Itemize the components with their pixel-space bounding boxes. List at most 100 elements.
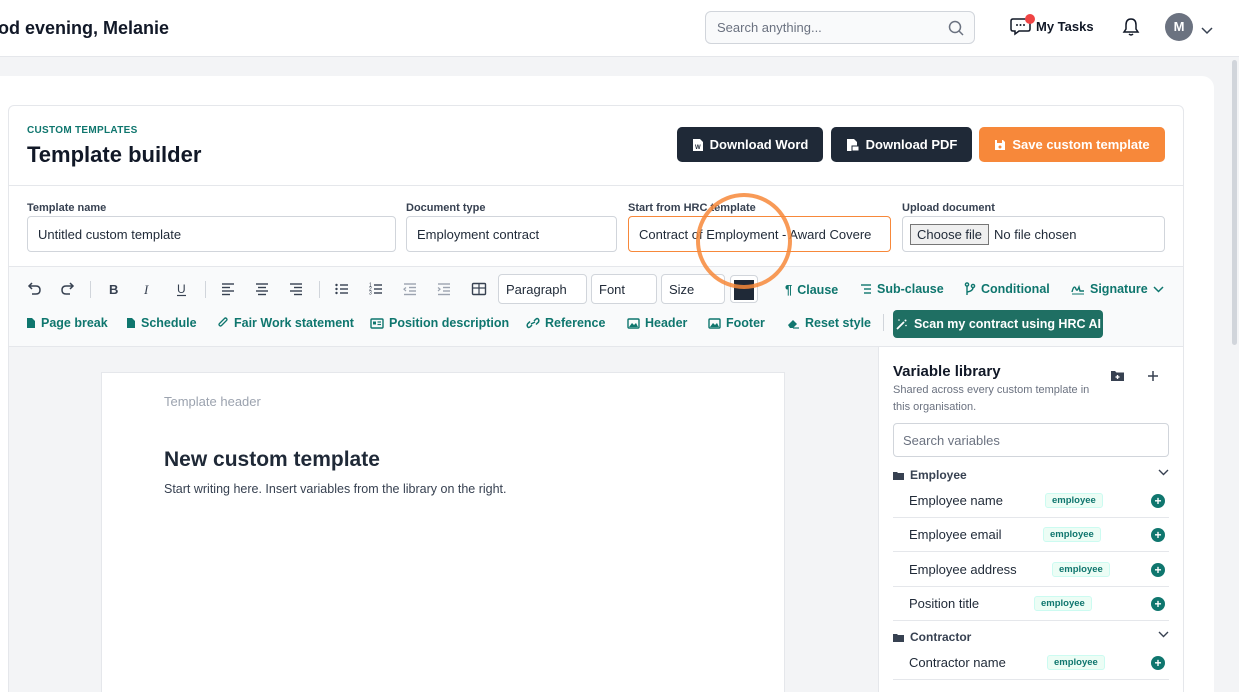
toolbar-separator <box>205 281 206 298</box>
upload-document-label: Upload document <box>902 202 995 214</box>
avatar[interactable]: M <box>1165 13 1193 41</box>
chevron-down-icon <box>1158 631 1169 638</box>
download-word-button[interactable]: W Download Word <box>677 127 823 162</box>
bullet-list-icon[interactable] <box>334 281 350 297</box>
add-variable-icon[interactable]: + <box>1151 563 1165 577</box>
numbered-list-icon[interactable]: 123 <box>368 281 384 297</box>
global-search-input[interactable] <box>706 12 936 43</box>
variable-name: Employee address <box>909 562 1017 577</box>
page-break-button[interactable]: Page break <box>26 316 108 330</box>
italic-icon[interactable]: I <box>140 281 156 297</box>
variable-row[interactable]: Employee name employee + <box>893 484 1169 518</box>
plus-icon[interactable] <box>1147 370 1159 382</box>
document-icon <box>127 318 135 328</box>
font-select[interactable]: Font <box>591 274 657 304</box>
table-icon[interactable] <box>471 281 487 297</box>
document-title[interactable]: New custom template <box>164 448 380 472</box>
variable-search-input[interactable] <box>893 423 1169 457</box>
save-icon <box>995 139 1006 150</box>
variable-row[interactable]: Position title employee + <box>893 587 1169 621</box>
variable-group-contractor[interactable]: Contractor <box>893 630 1169 644</box>
document-type-select[interactable]: Employment contract <box>406 216 617 252</box>
magic-wand-icon <box>896 318 907 330</box>
document-page[interactable] <box>101 372 785 692</box>
add-variable-icon[interactable]: + <box>1151 597 1165 611</box>
variable-library-title: Variable library <box>893 363 1001 380</box>
image-icon <box>627 317 640 329</box>
align-center-icon[interactable] <box>254 281 270 297</box>
fair-work-statement-button[interactable]: Fair Work statement <box>217 316 354 330</box>
variable-tag: employee <box>1045 493 1103 508</box>
toolbar-separator <box>90 281 91 298</box>
chevron-down-icon <box>1153 285 1164 293</box>
save-custom-template-button[interactable]: Save custom template <box>979 127 1165 162</box>
global-search[interactable] <box>705 11 975 44</box>
variable-row[interactable]: Employee email employee + <box>893 518 1169 552</box>
document-type-label: Document type <box>406 202 486 214</box>
folder-icon <box>893 471 904 480</box>
variable-row[interactable]: Contractor name employee + <box>893 646 1169 680</box>
download-word-label: Download Word <box>709 137 809 152</box>
align-right-icon[interactable] <box>288 281 304 297</box>
download-pdf-label: Download PDF <box>865 137 958 152</box>
file-status: No file chosen <box>994 226 1077 242</box>
bold-icon[interactable]: B <box>106 281 122 297</box>
word-file-icon: W <box>692 138 703 151</box>
variable-tag: employee <box>1043 527 1101 542</box>
document-body-text[interactable]: Start writing here. Insert variables fro… <box>164 482 507 496</box>
signature-dropdown[interactable]: Signature <box>1071 282 1164 296</box>
template-name-input[interactable]: Untitled custom template <box>27 216 396 252</box>
my-tasks-label: My Tasks <box>1036 18 1094 34</box>
document-icon <box>27 318 35 328</box>
add-variable-icon[interactable]: + <box>1151 528 1165 542</box>
link-icon <box>526 317 540 329</box>
id-card-icon <box>370 317 384 329</box>
position-description-button[interactable]: Position description <box>370 316 509 330</box>
upload-document-field[interactable]: Choose file No file chosen <box>902 216 1165 252</box>
section-eyebrow: CUSTOM TEMPLATES <box>27 125 138 136</box>
undo-icon[interactable] <box>26 281 42 297</box>
paperclip-icon <box>218 317 228 327</box>
outdent-icon[interactable] <box>402 281 418 297</box>
greeting: od evening, Melanie <box>0 18 170 38</box>
page-scrollbar[interactable] <box>1232 60 1237 345</box>
indent-icon[interactable] <box>436 281 452 297</box>
add-folder-icon[interactable] <box>1110 369 1125 382</box>
bell-icon[interactable] <box>1122 17 1140 42</box>
text-color-swatch <box>734 280 754 300</box>
download-pdf-button[interactable]: Download PDF <box>831 127 972 162</box>
align-left-icon[interactable] <box>220 281 236 297</box>
folder-icon <box>893 633 904 642</box>
add-variable-icon[interactable]: + <box>1151 656 1165 670</box>
reset-style-button[interactable]: Reset style <box>787 316 871 330</box>
reference-button[interactable]: Reference <box>526 316 605 330</box>
paragraph-style-select[interactable]: Paragraph <box>498 274 587 304</box>
variable-tag: employee <box>1052 562 1110 577</box>
footer-button[interactable]: Footer <box>708 316 765 330</box>
header-button[interactable]: Header <box>627 316 687 330</box>
variable-row[interactable]: Employee address employee + <box>893 553 1169 587</box>
add-variable-icon[interactable]: + <box>1151 494 1165 508</box>
signature-icon <box>1071 284 1084 295</box>
search-icon[interactable] <box>948 20 964 41</box>
toolbar-separator <box>319 281 320 298</box>
conditional-button[interactable]: Conditional <box>964 282 1050 296</box>
template-header-placeholder[interactable]: Template header <box>164 394 261 409</box>
size-select[interactable]: Size <box>661 274 725 304</box>
toolbar-separator <box>883 314 884 331</box>
text-color-picker[interactable] <box>730 275 758 303</box>
variable-group-employee[interactable]: Employee <box>893 468 1169 482</box>
variable-name: Employee email <box>909 527 1002 542</box>
redo-icon[interactable] <box>60 281 76 297</box>
clause-button[interactable]: ¶ Clause <box>785 282 838 297</box>
svg-text:B: B <box>109 282 118 297</box>
schedule-button[interactable]: Schedule <box>126 316 197 330</box>
notification-dot <box>1025 14 1035 24</box>
choose-file-button[interactable]: Choose file <box>910 223 990 245</box>
underline-icon[interactable]: U <box>174 281 190 297</box>
my-tasks-button[interactable]: My Tasks <box>1010 14 1094 36</box>
scan-contract-ai-button[interactable]: Scan my contract using HRC AI <box>893 310 1103 338</box>
sub-clause-button[interactable]: Sub-clause <box>860 282 944 296</box>
chevron-down-icon[interactable] <box>1201 22 1213 40</box>
start-from-template-select[interactable]: Contract of Employment - Award Covere <box>628 216 891 252</box>
